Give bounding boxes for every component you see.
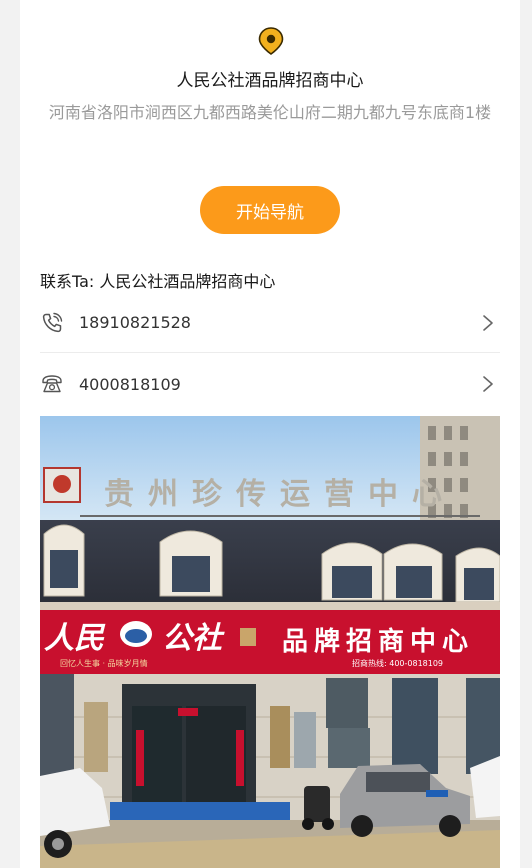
chevron-right-icon bbox=[483, 376, 493, 392]
store-address: 河南省洛阳市涧西区九都西路美伦山府二期九都九号东底商1楼 bbox=[48, 103, 492, 122]
store-detail-card: 人民公社酒品牌招商中心 河南省洛阳市涧西区九都西路美伦山府二期九都九号东底商1楼… bbox=[20, 0, 520, 868]
phone-row-mobile[interactable]: 18910821528 bbox=[40, 293, 500, 353]
banner-hotline-text: 招商热线: 400-0818109 bbox=[352, 658, 443, 668]
banner-slogan-text: 回忆人生事 · 品味岁月情 bbox=[60, 658, 148, 668]
phone-number-landline: 4000818109 bbox=[79, 374, 181, 394]
banner-right-text: 品牌招商中心 bbox=[282, 626, 474, 657]
chevron-right-icon bbox=[483, 314, 493, 331]
landline-phone-icon bbox=[41, 373, 63, 395]
banner-brand-text: 公社 bbox=[162, 621, 225, 656]
contact-label: 联系Ta: 人民公社酒品牌招商中心 bbox=[40, 272, 276, 291]
phone-row-landline[interactable]: 4000818109 bbox=[40, 354, 500, 414]
store-name: 人民公社酒品牌招商中心 bbox=[176, 71, 364, 91]
phone-number-mobile: 18910821528 bbox=[79, 313, 191, 332]
location-pin-icon bbox=[258, 27, 284, 55]
mobile-phone-icon bbox=[41, 312, 63, 334]
banner-left-text: 人民 bbox=[44, 621, 106, 656]
storefront-photo[interactable]: 贵州珍传运营中心 人民 公社 品牌招商中心 回忆人生事 · 品味岁月情 招商热线… bbox=[40, 416, 500, 868]
rooftop-sign-text: 贵州珍传运营中心 bbox=[104, 477, 456, 512]
start-navigation-button[interactable]: 开始导航 bbox=[200, 186, 340, 234]
